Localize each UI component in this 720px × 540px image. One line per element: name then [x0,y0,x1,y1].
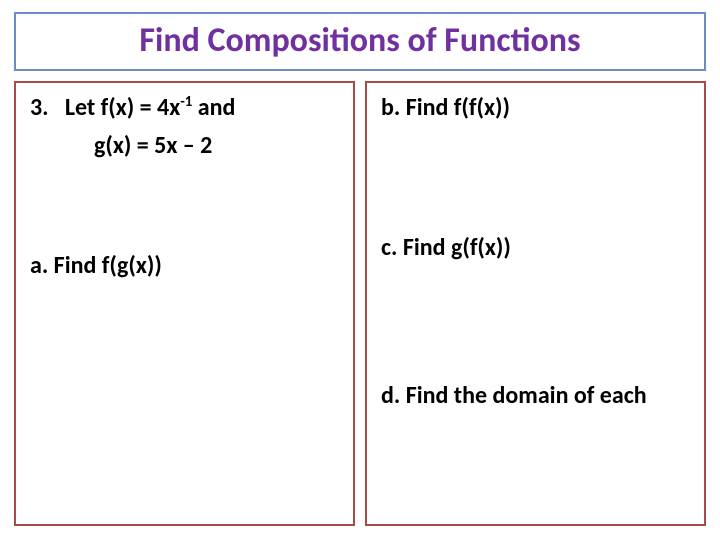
part-a: a. Find f(g(x)) [30,251,339,281]
spacer [30,169,339,251]
right-column: b. Find f(f(x)) c. Find g(f(x)) d. Find … [365,81,706,526]
slide: Find Compositions of Functions 3. Let f(… [0,0,720,540]
left-column: 3. Let f(x) = 4x-1 and g(x) = 5x – 2 a. … [14,81,355,526]
spacer [381,131,690,233]
content-columns: 3. Let f(x) = 4x-1 and g(x) = 5x – 2 a. … [14,81,706,526]
g-definition: g(x) = 5x – 2 [30,131,339,161]
let-fx-prefix: Let f(x) = 4x [65,93,180,122]
let-fx-suffix: and [192,93,235,122]
part-b: b. Find f(f(x)) [381,93,690,123]
part-c: c. Find g(f(x)) [381,233,690,263]
slide-title: Find Compositions of Functions [28,22,692,59]
exponent: -1 [180,92,192,110]
part-d: d. Find the domain of each [381,381,690,411]
problem-number: 3. [30,93,49,122]
problem-3-definition: 3. Let f(x) = 4x-1 and [30,93,339,123]
spacer [381,271,690,381]
title-box: Find Compositions of Functions [14,12,706,71]
